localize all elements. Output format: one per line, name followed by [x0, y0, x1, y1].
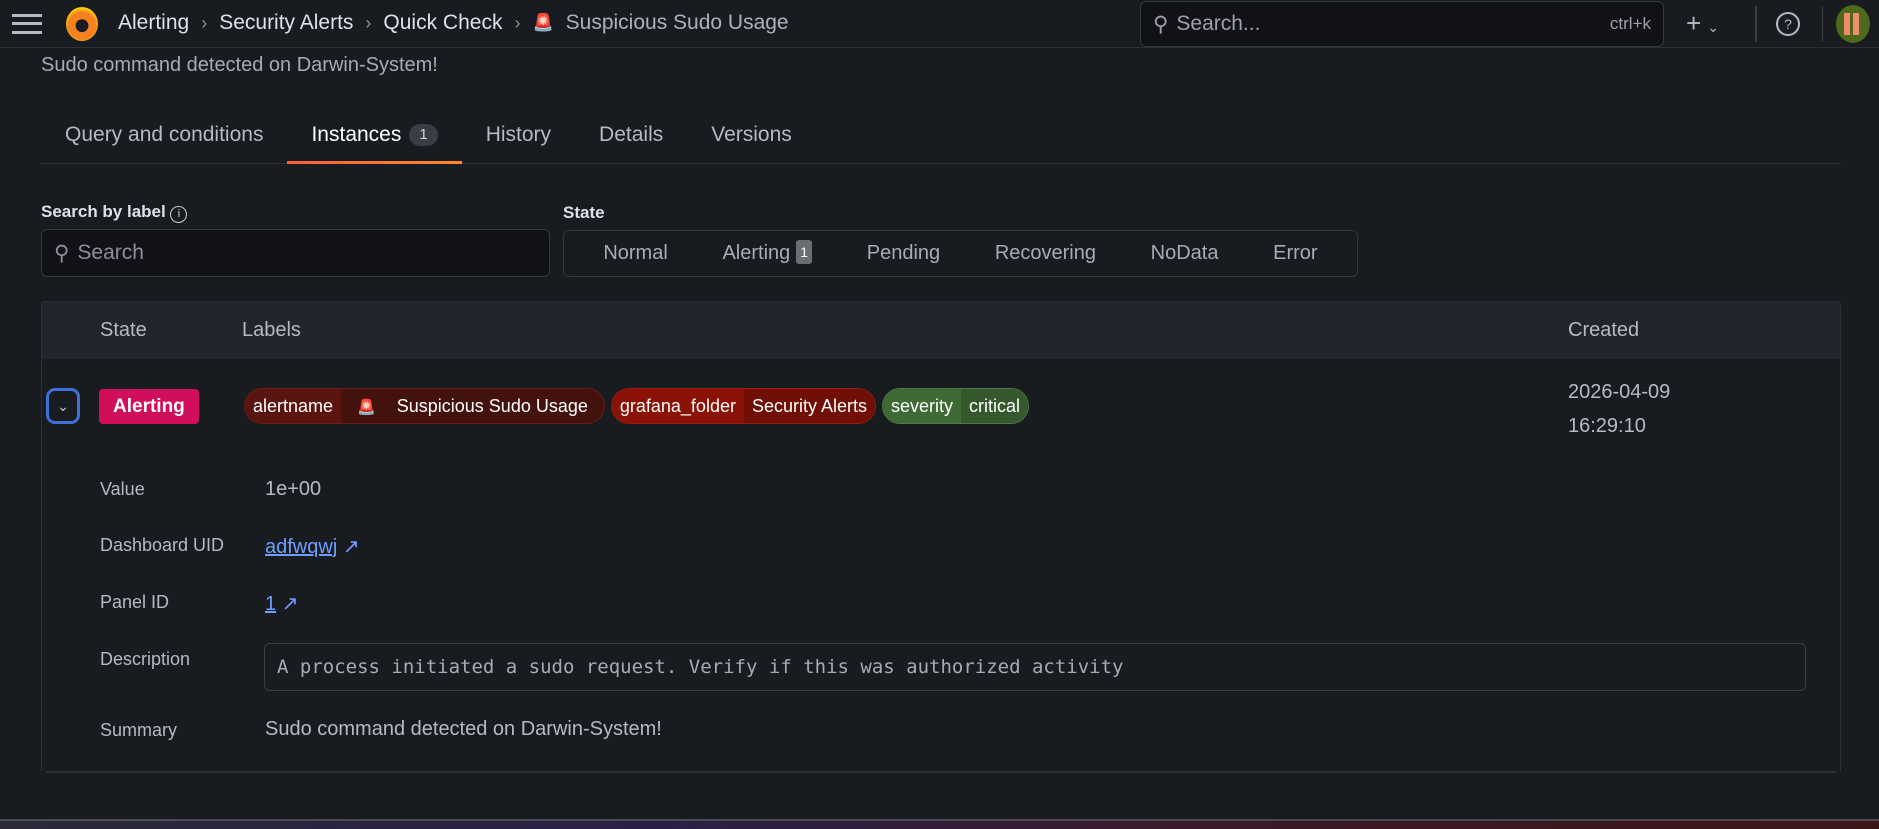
search-shortcut: ctrl+k: [1609, 14, 1651, 33]
state-option-recovering[interactable]: Recovering: [995, 242, 1096, 265]
panel-id-label: Panel ID: [100, 592, 170, 612]
dashboard-uid-label: Dashboard UID: [100, 535, 225, 555]
state-option-nodata[interactable]: NoData: [1151, 242, 1219, 265]
dashboard-uid-link[interactable]: adfwqwj ↗: [265, 534, 360, 559]
description-field: A process initiated a sudo request. Veri…: [264, 643, 1806, 691]
column-state: State: [100, 319, 147, 341]
search-placeholder: Search...: [1176, 12, 1261, 35]
label-severity: severity critical: [882, 388, 1030, 424]
state-option-alerting[interactable]: Alerting 1: [722, 240, 813, 265]
siren-icon: 🚨: [357, 399, 376, 416]
tab-count-badge: 1: [409, 124, 438, 146]
summary-text: Sudo command detected on Darwin-System!: [265, 718, 662, 740]
search-icon: ⚲: [54, 241, 70, 265]
label-value-text: Suspicious Sudo Usage: [396, 396, 588, 416]
table-header: State Labels Created: [42, 302, 1840, 359]
label-key: alertname: [245, 389, 342, 423]
created-time: 16:29:10: [1568, 415, 1646, 437]
label-alertname: alertname 🚨 Suspicious Sudo Usage: [244, 388, 605, 424]
menu-icon[interactable]: [12, 14, 42, 34]
breadcrumb-security-alerts[interactable]: Security Alerts: [219, 11, 353, 35]
link-text[interactable]: 1: [265, 593, 276, 615]
grafana-logo-icon[interactable]: [66, 7, 98, 41]
tab-label: Instances: [311, 123, 402, 146]
label-value: critical: [961, 389, 1029, 423]
breadcrumb-quick-check[interactable]: Quick Check: [383, 11, 502, 35]
summary-label: Summary: [100, 720, 178, 740]
column-labels: Labels: [242, 319, 301, 341]
add-menu-button[interactable]: + ⌄: [1686, 8, 1719, 39]
breadcrumb-alerting[interactable]: Alerting: [118, 11, 189, 35]
siren-icon: 🚨: [532, 13, 554, 32]
value-label: Value: [100, 479, 145, 499]
label-key: grafana_folder: [611, 389, 744, 423]
state-badge: Alerting: [99, 389, 199, 424]
global-search[interactable]: ⚲ Search... ctrl+k: [1140, 1, 1664, 47]
label-grafana-folder: grafana_folder Security Alerts: [610, 388, 877, 424]
panel-id-link[interactable]: 1 ↗: [265, 591, 298, 616]
state-label: State: [563, 203, 605, 222]
tab-instances[interactable]: Instances 1: [287, 115, 462, 164]
label-text: Search by label: [41, 202, 166, 221]
label-search-input[interactable]: ⚲ Search: [41, 229, 550, 277]
tab-label: Query and conditions: [65, 123, 264, 146]
created-date: 2026-04-09: [1568, 381, 1671, 403]
tab-details[interactable]: Details: [575, 115, 687, 163]
column-created[interactable]: Created: [1568, 319, 1639, 342]
search-placeholder: Search: [77, 241, 144, 264]
info-icon[interactable]: i: [170, 206, 188, 223]
breadcrumb: Alerting › Security Alerts › Quick Check › …: [118, 11, 789, 35]
state-filter-group: Normal Alerting 1 Pending Recovering NoDa…: [563, 230, 1358, 277]
state-option-normal[interactable]: Normal: [603, 242, 667, 265]
label-list: alertname 🚨 Suspicious Sudo Usage grafan…: [244, 388, 1030, 424]
external-link-icon: ↗: [281, 593, 299, 615]
tab-history[interactable]: History: [462, 115, 575, 163]
description-label: Description: [100, 649, 191, 669]
search-icon: ⚲: [1153, 12, 1169, 36]
instances-table: State Labels Created ⌄ Alerting alertnam…: [41, 301, 1841, 771]
divider: [46, 771, 1836, 773]
label-value: 🚨 Suspicious Sudo Usage: [341, 389, 604, 423]
alerting-count-badge: 1: [796, 240, 813, 264]
option-label: Alerting: [722, 242, 791, 264]
breadcrumb-current: Suspicious Sudo Usage: [565, 11, 789, 34]
label-value: Security Alerts: [743, 389, 876, 423]
state-option-pending[interactable]: Pending: [867, 242, 940, 265]
avatar[interactable]: [1836, 5, 1870, 43]
link-text[interactable]: adfwqwj: [265, 536, 337, 558]
state-option-error[interactable]: Error: [1273, 242, 1317, 265]
search-by-label-label: Search by label i: [41, 202, 188, 223]
tab-query-and-conditions[interactable]: Query and conditions: [41, 115, 287, 163]
top-bar: Alerting › Security Alerts › Quick Check › …: [0, 0, 1879, 48]
help-icon[interactable]: ?: [1776, 12, 1800, 36]
os-taskbar: [0, 819, 1879, 829]
created-timestamp: 2026-04-09 16:29:10: [1568, 375, 1670, 443]
external-link-icon: ↗: [342, 536, 360, 558]
tab-versions[interactable]: Versions: [687, 115, 816, 163]
tab-bar: Query and conditions Instances 1 History …: [41, 115, 1841, 164]
label-key: severity: [883, 389, 962, 423]
tab-label: Versions: [711, 123, 792, 146]
expand-row-chevron-icon[interactable]: ⌄: [46, 388, 80, 424]
divider: [1822, 6, 1823, 42]
tab-label: History: [485, 123, 552, 146]
divider: [1755, 6, 1757, 42]
tab-label: Details: [599, 123, 664, 146]
rule-summary: Sudo command detected on Darwin-System!: [41, 54, 438, 76]
value-text: 1e+00: [265, 478, 322, 500]
